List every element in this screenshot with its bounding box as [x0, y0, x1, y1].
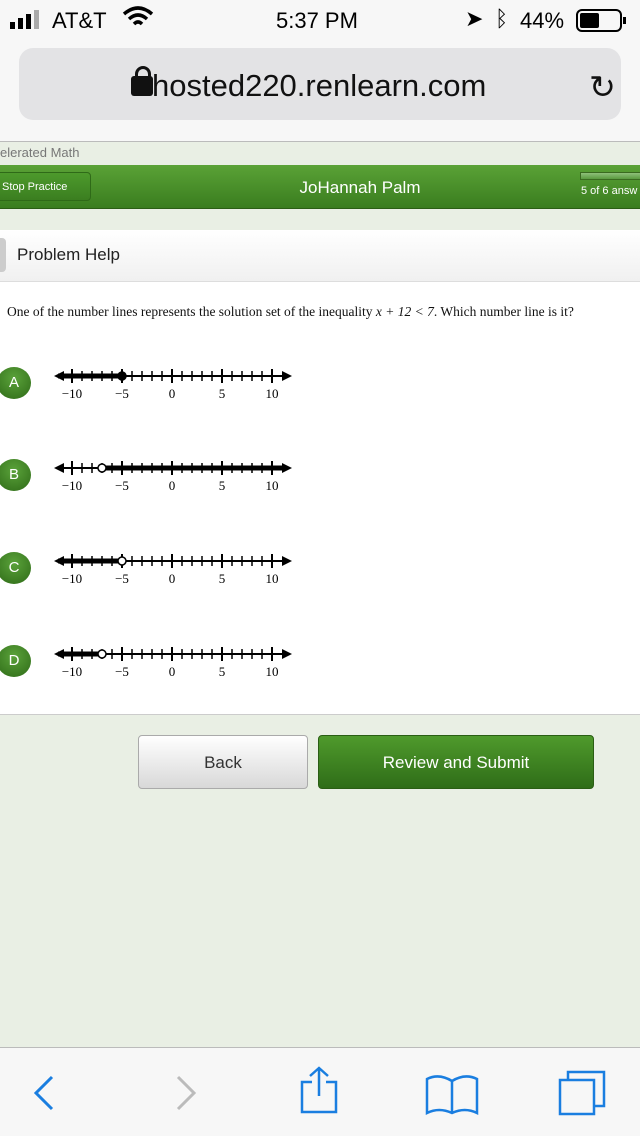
tick-label: −5 [115, 571, 129, 586]
option-letter-badge[interactable]: A [0, 367, 31, 399]
option-letter-badge[interactable]: D [0, 645, 31, 677]
tick-label: −10 [62, 664, 82, 679]
progress-text: 5 of 6 answ [581, 185, 638, 197]
carrier: AT&T [52, 8, 107, 33]
open-point [117, 556, 127, 566]
review-submit-button[interactable]: Review and Submit [318, 735, 594, 789]
back-button[interactable]: Back [138, 735, 308, 789]
tick-label: −5 [115, 386, 129, 401]
lock-icon [131, 66, 153, 96]
bookmarks-icon[interactable] [425, 1073, 479, 1117]
problem-help-title: Problem Help [17, 245, 120, 264]
tabs-icon[interactable] [556, 1068, 610, 1122]
tick-label: 5 [219, 664, 226, 679]
answer-option-d[interactable]: D −10 −5 0 5 10 [0, 645, 320, 695]
tick-label: 10 [266, 386, 279, 401]
option-letter-badge[interactable]: B [0, 459, 31, 491]
tick-label: −10 [62, 478, 82, 493]
browser-toolbar: hosted220.renlearn.com ↻ [0, 40, 640, 142]
status-bar: AT&T 5:37 PM ➤ ᛒ 44% [0, 0, 640, 40]
progress-bar [580, 172, 640, 180]
left-arrow [54, 463, 64, 473]
clock: 5:37 PM [276, 8, 358, 33]
right-arrow [282, 556, 292, 566]
battery-percent: 44% [520, 8, 565, 33]
tick-label: 10 [266, 664, 279, 679]
back-nav-icon[interactable] [30, 1073, 60, 1113]
question-pre: One of the number lines represents the s… [7, 304, 376, 319]
tick-label: 5 [219, 386, 226, 401]
url-text: hosted220.renlearn.com [152, 68, 487, 103]
tick-label: 0 [169, 478, 176, 493]
tick-label: 5 [219, 571, 226, 586]
forward-nav-icon[interactable] [170, 1073, 200, 1113]
reload-icon[interactable]: ↻ [589, 68, 616, 106]
number-line: −10 −5 0 5 10 [54, 554, 292, 586]
app-header: Stop Practice JoHannah Palm 5 of 6 answ [0, 165, 640, 209]
right-arrow [282, 371, 292, 381]
student-name: JoHannah Palm [299, 178, 421, 197]
number-line: −10 −5 0 5 10 [54, 461, 292, 493]
browser-bottom-bar [0, 1047, 640, 1136]
location-icon: ➤ [465, 6, 484, 31]
help-tab [0, 238, 6, 272]
option-letter-badge[interactable]: C [0, 552, 31, 584]
answer-option-a[interactable]: A −10 −5 0 5 10 [0, 367, 320, 417]
app-name: elerated Math [0, 145, 80, 160]
tick-label: 5 [219, 478, 226, 493]
open-point [97, 649, 107, 659]
tick-label: 0 [169, 386, 176, 401]
tick-label: −10 [62, 386, 82, 401]
question-text: One of the number lines represents the s… [7, 304, 574, 320]
tick-label: 0 [169, 571, 176, 586]
right-arrow [282, 649, 292, 659]
wifi-icon [122, 6, 154, 36]
question-post: . Which number line is it? [433, 304, 574, 319]
tick-label: 10 [266, 571, 279, 586]
tick-label: 0 [169, 664, 176, 679]
number-line: −10 −5 0 5 10 [54, 647, 292, 679]
signal-icon [10, 10, 48, 36]
question-math: x + 12 < 7 [375, 304, 434, 319]
problem-help-bar[interactable]: Problem Help [0, 230, 640, 282]
share-icon[interactable] [298, 1066, 342, 1116]
bluetooth-icon: ᛒ [495, 6, 509, 31]
tick-label: −10 [62, 571, 82, 586]
open-point [97, 463, 107, 473]
tick-label: −5 [115, 664, 129, 679]
tick-label: −5 [115, 478, 129, 493]
answer-option-c[interactable]: C −10 −5 0 5 10 [0, 552, 320, 602]
closed-point [117, 371, 127, 381]
question-panel: One of the number lines represents the s… [0, 282, 640, 715]
battery-icon [576, 9, 628, 39]
address-bar[interactable]: hosted220.renlearn.com ↻ [19, 48, 621, 120]
number-line: −10 −5 0 5 10 [54, 369, 292, 401]
answer-option-b[interactable]: B −10 −5 0 5 10 [0, 459, 320, 509]
tick-label: 10 [266, 478, 279, 493]
